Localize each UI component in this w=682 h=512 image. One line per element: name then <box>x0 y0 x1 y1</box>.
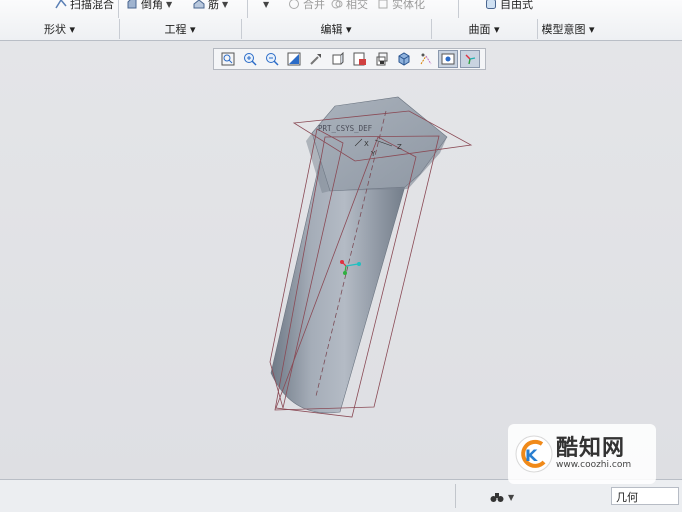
rib-icon <box>193 0 205 9</box>
group-shape-label: 形状 ▾ <box>43 23 76 36</box>
svg-text:K: K <box>525 446 538 465</box>
csys-label[interactable]: PRT_CSYS_DEF <box>318 124 373 133</box>
repaint-icon <box>287 52 301 66</box>
divider <box>247 0 248 18</box>
ribbon: 扫描混合 倒角 ▼ 筋 ▼ ▼ 合并 相交 实体化 自由式 形状 ▾ 工程 ▾ … <box>0 0 682 41</box>
perspective-icon <box>376 52 388 66</box>
edit-more-button[interactable]: ▼ <box>263 0 269 12</box>
group-edit[interactable]: 编辑 ▾ <box>241 19 432 39</box>
model-view[interactable]: PRT_CSYS_DEF X Y Z <box>0 41 682 479</box>
merge-icon <box>289 0 299 9</box>
zoom-fit-icon <box>221 52 235 66</box>
csys-axis-x: X <box>364 140 369 148</box>
sweep-blend-button[interactable]: 扫描混合 <box>55 0 114 12</box>
display-style-button[interactable] <box>394 50 414 68</box>
refit-button[interactable] <box>218 50 238 68</box>
intersect-button[interactable]: 相交 <box>331 0 368 12</box>
chamfer-label: 倒角 <box>141 0 163 11</box>
orientation-icon <box>332 52 344 65</box>
group-model-intent[interactable]: 模型意图 ▾ <box>537 19 599 39</box>
selection-filter-value: 几何 <box>616 491 638 504</box>
reorient-icon <box>310 54 321 65</box>
chamfer-button[interactable]: 倒角 ▼ <box>126 0 172 12</box>
annotation-display-button[interactable] <box>438 50 458 68</box>
watermark-name: 酷知网 <box>556 436 626 461</box>
chevron-down-icon: ▼ <box>166 0 173 9</box>
group-surface[interactable]: 曲面 ▾ <box>431 19 538 39</box>
group-edit-label: 编辑 ▾ <box>320 23 352 36</box>
merge-button[interactable]: 合并 <box>288 0 325 12</box>
solidify-button[interactable]: 实体化 <box>377 0 425 12</box>
perspective-button[interactable] <box>372 50 392 68</box>
watermark: K 酷知网 www.coozhi.com <box>508 424 656 484</box>
zoom-out-button[interactable] <box>262 50 282 68</box>
divider <box>118 0 119 18</box>
divider <box>458 0 459 18</box>
graphics-toolbar <box>213 48 486 70</box>
bolt-head[interactable] <box>306 96 448 193</box>
divider <box>455 484 456 508</box>
chevron-down-icon: ▼ <box>222 0 229 9</box>
selection-filter[interactable]: 几何 <box>611 487 679 505</box>
reorient-button[interactable] <box>306 50 326 68</box>
repaint-button[interactable] <box>284 50 304 68</box>
merge-label: 合并 <box>303 0 325 11</box>
csys-axis-z: Z <box>397 143 402 151</box>
group-engineering[interactable]: 工程 ▾ <box>119 19 242 39</box>
freestyle-label: 自由式 <box>500 0 533 11</box>
group-engineering-label: 工程 ▾ <box>164 23 196 36</box>
saved-orientations-button[interactable] <box>328 50 348 68</box>
find-button[interactable]: ▼ <box>490 488 524 506</box>
group-model-intent-label: 模型意图 ▾ <box>541 23 595 36</box>
view-manager-button[interactable] <box>350 50 370 68</box>
group-surface-label: 曲面 ▾ <box>468 23 500 36</box>
solidify-icon <box>378 0 388 9</box>
rib-label: 筋 <box>208 0 219 11</box>
graphics-window[interactable]: PRT_CSYS_DEF X Y Z <box>0 41 682 479</box>
zoom-in-icon <box>244 53 257 66</box>
chamfer-icon <box>127 0 137 9</box>
rib-button[interactable]: 筋 ▼ <box>193 0 228 12</box>
datum-display-icon <box>420 53 432 65</box>
annotation-icon <box>441 53 455 65</box>
freestyle-button[interactable]: 自由式 <box>485 0 533 12</box>
chevron-down-icon: ▼ <box>508 492 515 502</box>
chevron-down-icon: ▼ <box>263 0 270 9</box>
spin-center-toggle-icon <box>465 54 476 65</box>
display-style-icon <box>398 52 410 66</box>
view-manager-icon <box>353 52 366 66</box>
zoom-in-button[interactable] <box>240 50 260 68</box>
sweep-blend-icon <box>55 0 67 9</box>
datum-display-button[interactable] <box>416 50 436 68</box>
solidify-label: 实体化 <box>392 0 425 11</box>
watermark-url: www.coozhi.com <box>556 460 632 470</box>
csys-axis-y: Y <box>370 150 376 158</box>
watermark-logo-icon: K <box>515 435 553 473</box>
sweep-blend-label: 扫描混合 <box>70 0 114 11</box>
group-shape[interactable]: 形状 ▾ <box>0 19 120 39</box>
spin-center-button[interactable] <box>460 50 480 68</box>
zoom-out-icon <box>266 53 279 66</box>
freestyle-icon <box>486 0 496 9</box>
intersect-label: 相交 <box>346 0 368 11</box>
binoculars-icon <box>490 493 504 502</box>
intersect-icon <box>331 0 343 9</box>
